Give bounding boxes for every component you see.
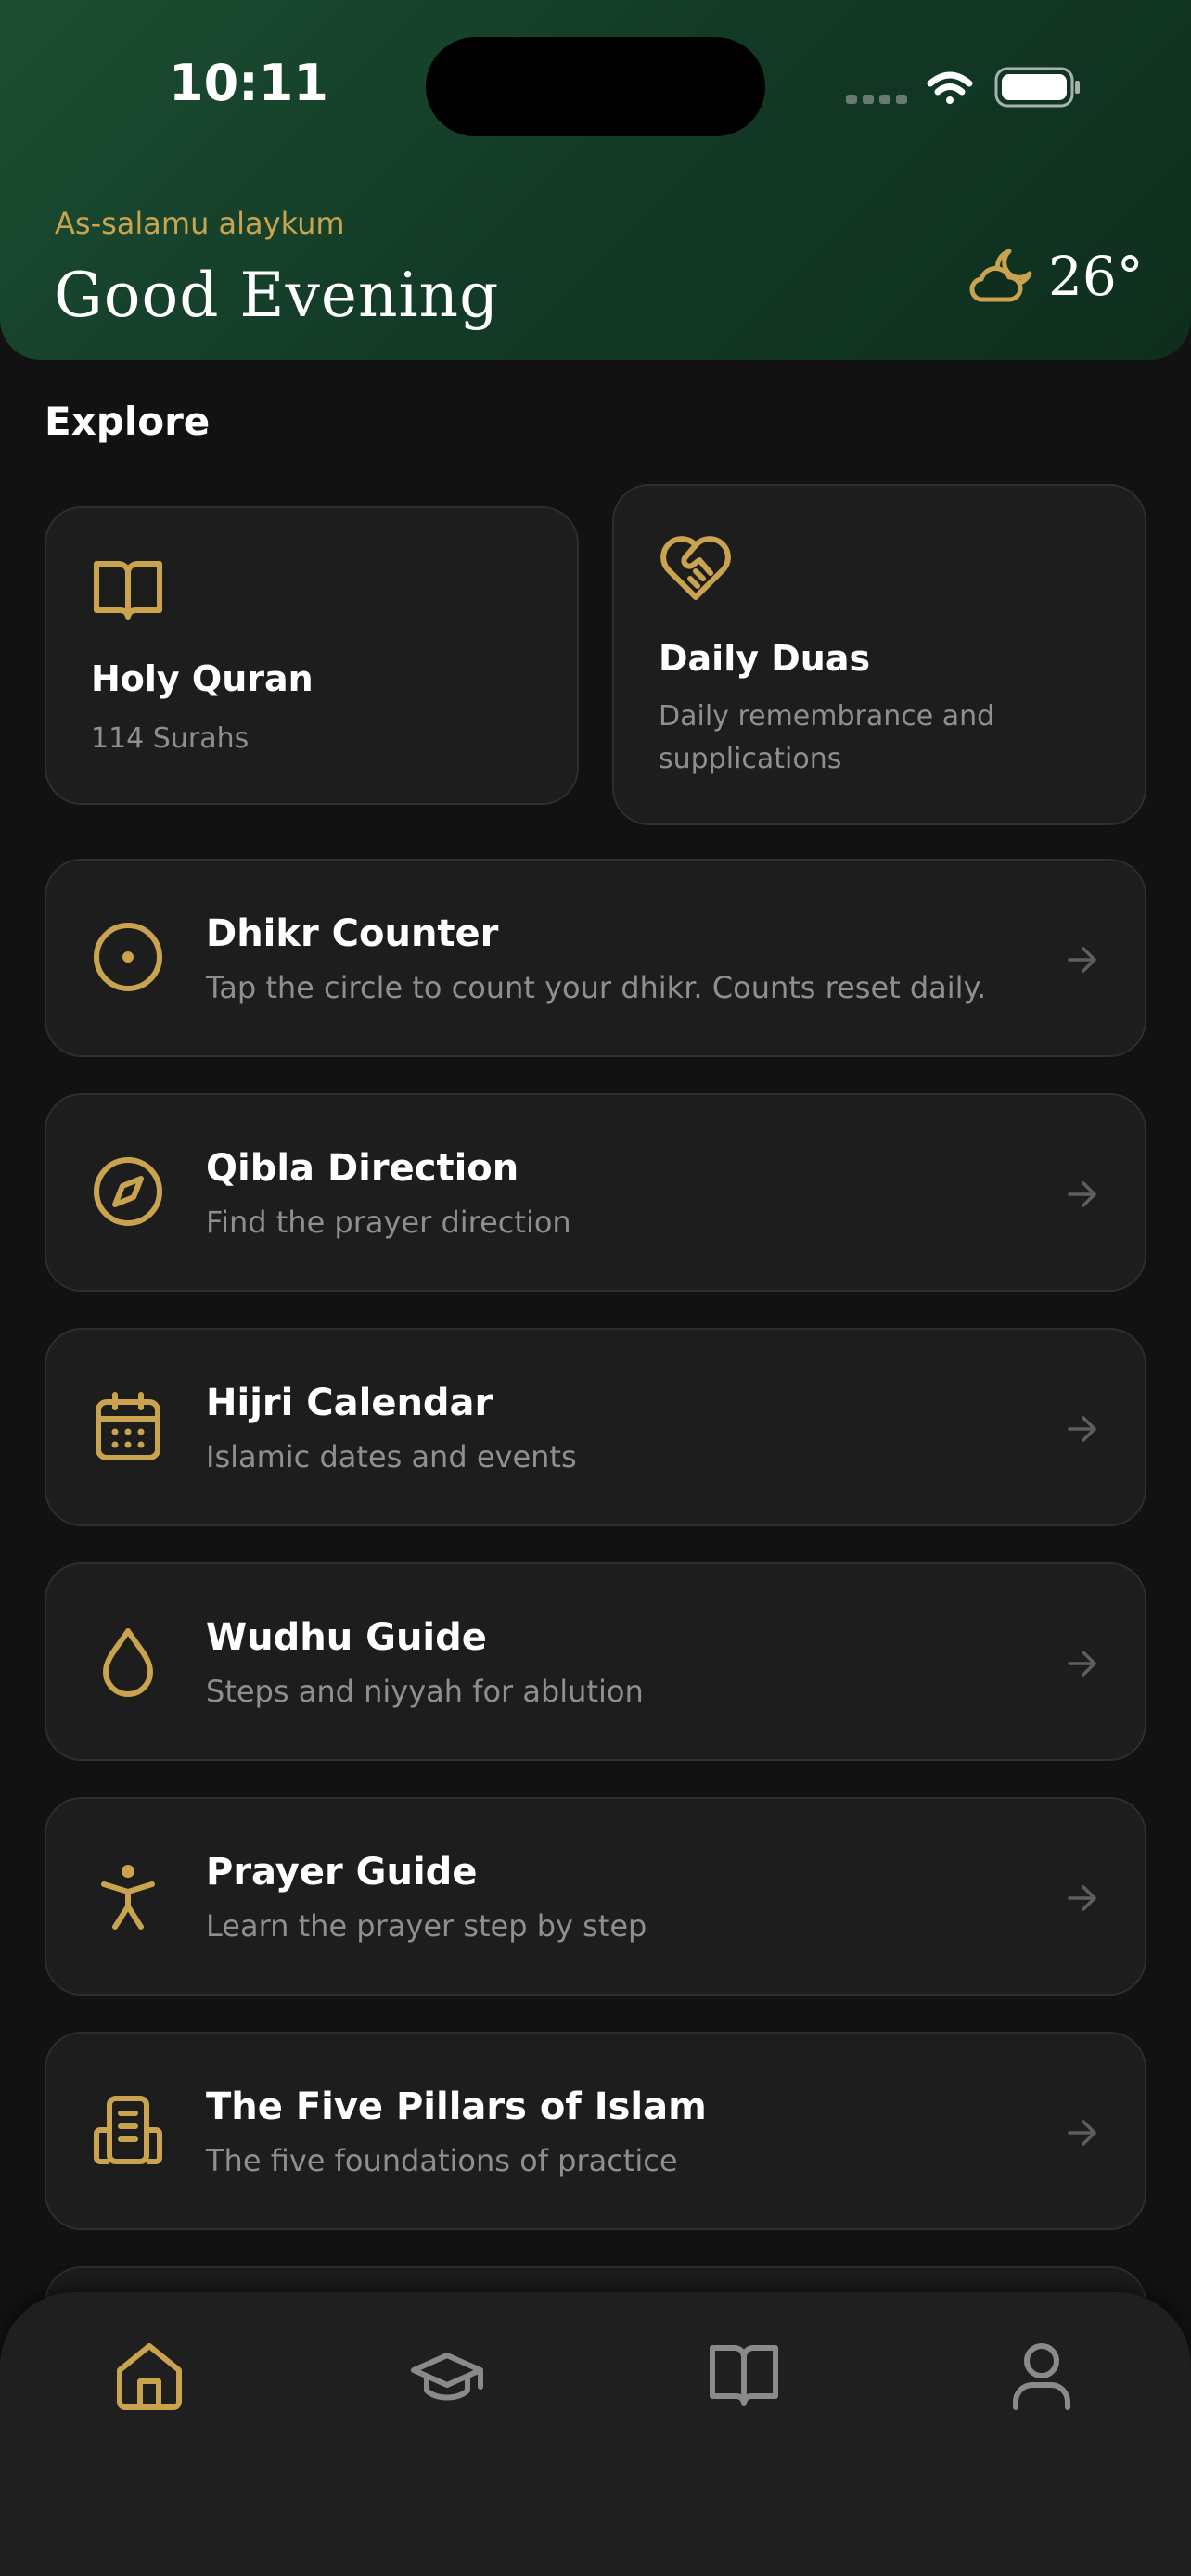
card-subtitle: Daily remembrance and supplications xyxy=(659,700,995,775)
list-item-subtitle: Learn the prayer step by step xyxy=(206,1908,647,1944)
greeting-subtitle: As-salamu alaykum xyxy=(55,206,345,241)
card-subtitle: 114 Surahs xyxy=(91,722,250,755)
compass-icon xyxy=(94,1157,162,1226)
arrow-right-icon xyxy=(1068,1885,1096,1911)
list-item-prayer-guide[interactable]: Prayer Guide Learn the prayer step by st… xyxy=(45,1797,1146,1996)
greeting-title: Good Evening xyxy=(54,260,500,331)
list-item-subtitle: Islamic dates and events xyxy=(206,1439,577,1474)
section-title-explore: Explore xyxy=(45,399,211,444)
status-icons xyxy=(846,67,1080,108)
arrow-right-icon xyxy=(1068,947,1096,973)
building-icon xyxy=(94,2096,162,2164)
card-title: Holy Quran xyxy=(91,658,314,699)
moon-cloud-icon xyxy=(969,249,1032,302)
graduation-cap-icon[interactable] xyxy=(410,2339,484,2413)
list-item-qibla-direction[interactable]: Qibla Direction Find the prayer directio… xyxy=(45,1093,1146,1292)
battery-icon xyxy=(994,67,1080,108)
list-item-title: Hijri Calendar xyxy=(206,1382,493,1424)
status-time: 10:11 xyxy=(169,54,328,112)
list-item-hijri-calendar[interactable]: Hijri Calendar Islamic dates and events xyxy=(45,1328,1146,1526)
card-daily-duas[interactable]: Daily Duas Daily remembrance and supplic… xyxy=(612,484,1146,825)
list-item-dhikr-counter[interactable]: Dhikr Counter Tap the circle to count yo… xyxy=(45,859,1146,1057)
droplet-icon xyxy=(103,1628,153,1697)
user-icon[interactable] xyxy=(1005,2339,1079,2413)
book-open-icon xyxy=(94,561,162,620)
list-item-wudhu-guide[interactable]: Wudhu Guide Steps and niyyah for ablutio… xyxy=(45,1562,1146,1761)
card-holy-quran[interactable]: Holy Quran 114 Surahs xyxy=(45,506,579,805)
list-item-subtitle: Tap the circle to count your dhikr. Coun… xyxy=(206,970,987,1005)
calendar-icon xyxy=(96,1392,160,1460)
arrow-right-icon xyxy=(1068,1651,1096,1677)
temperature: 26° xyxy=(1048,245,1144,308)
list-item-title: Wudhu Guide xyxy=(206,1616,487,1659)
list-item-title: Dhikr Counter xyxy=(206,912,499,955)
wifi-icon xyxy=(927,71,973,104)
list-item-title: The Five Pillars of Islam xyxy=(206,2085,707,2128)
arrow-right-icon xyxy=(1068,1181,1096,1207)
cellular-signal-icon xyxy=(846,95,907,104)
home-icon[interactable] xyxy=(112,2339,186,2413)
card-title: Daily Duas xyxy=(659,638,871,679)
header: 10:11 As-salamu alaykum Good Evening 26° xyxy=(0,0,1191,360)
arrow-right-icon xyxy=(1068,2120,1096,2146)
book-open-icon[interactable] xyxy=(707,2339,781,2413)
dynamic-island xyxy=(426,37,765,136)
list-item-title: Qibla Direction xyxy=(206,1147,519,1190)
list-item-subtitle: The five foundations of practice xyxy=(206,2143,678,2178)
weather-widget[interactable]: 26° xyxy=(968,239,1144,313)
list-item-subtitle: Find the prayer direction xyxy=(206,1205,571,1240)
circle-dot-icon xyxy=(94,923,162,991)
heart-handshake-icon xyxy=(660,536,731,600)
list-item-title: Prayer Guide xyxy=(206,1851,478,1894)
bottom-nav xyxy=(0,2292,1191,2576)
arrow-right-icon xyxy=(1068,1416,1096,1442)
person-icon xyxy=(101,1865,155,1930)
list-item-subtitle: Steps and niyyah for ablution xyxy=(206,1674,644,1709)
list-item-five-pillars[interactable]: The Five Pillars of Islam The five found… xyxy=(45,2032,1146,2230)
